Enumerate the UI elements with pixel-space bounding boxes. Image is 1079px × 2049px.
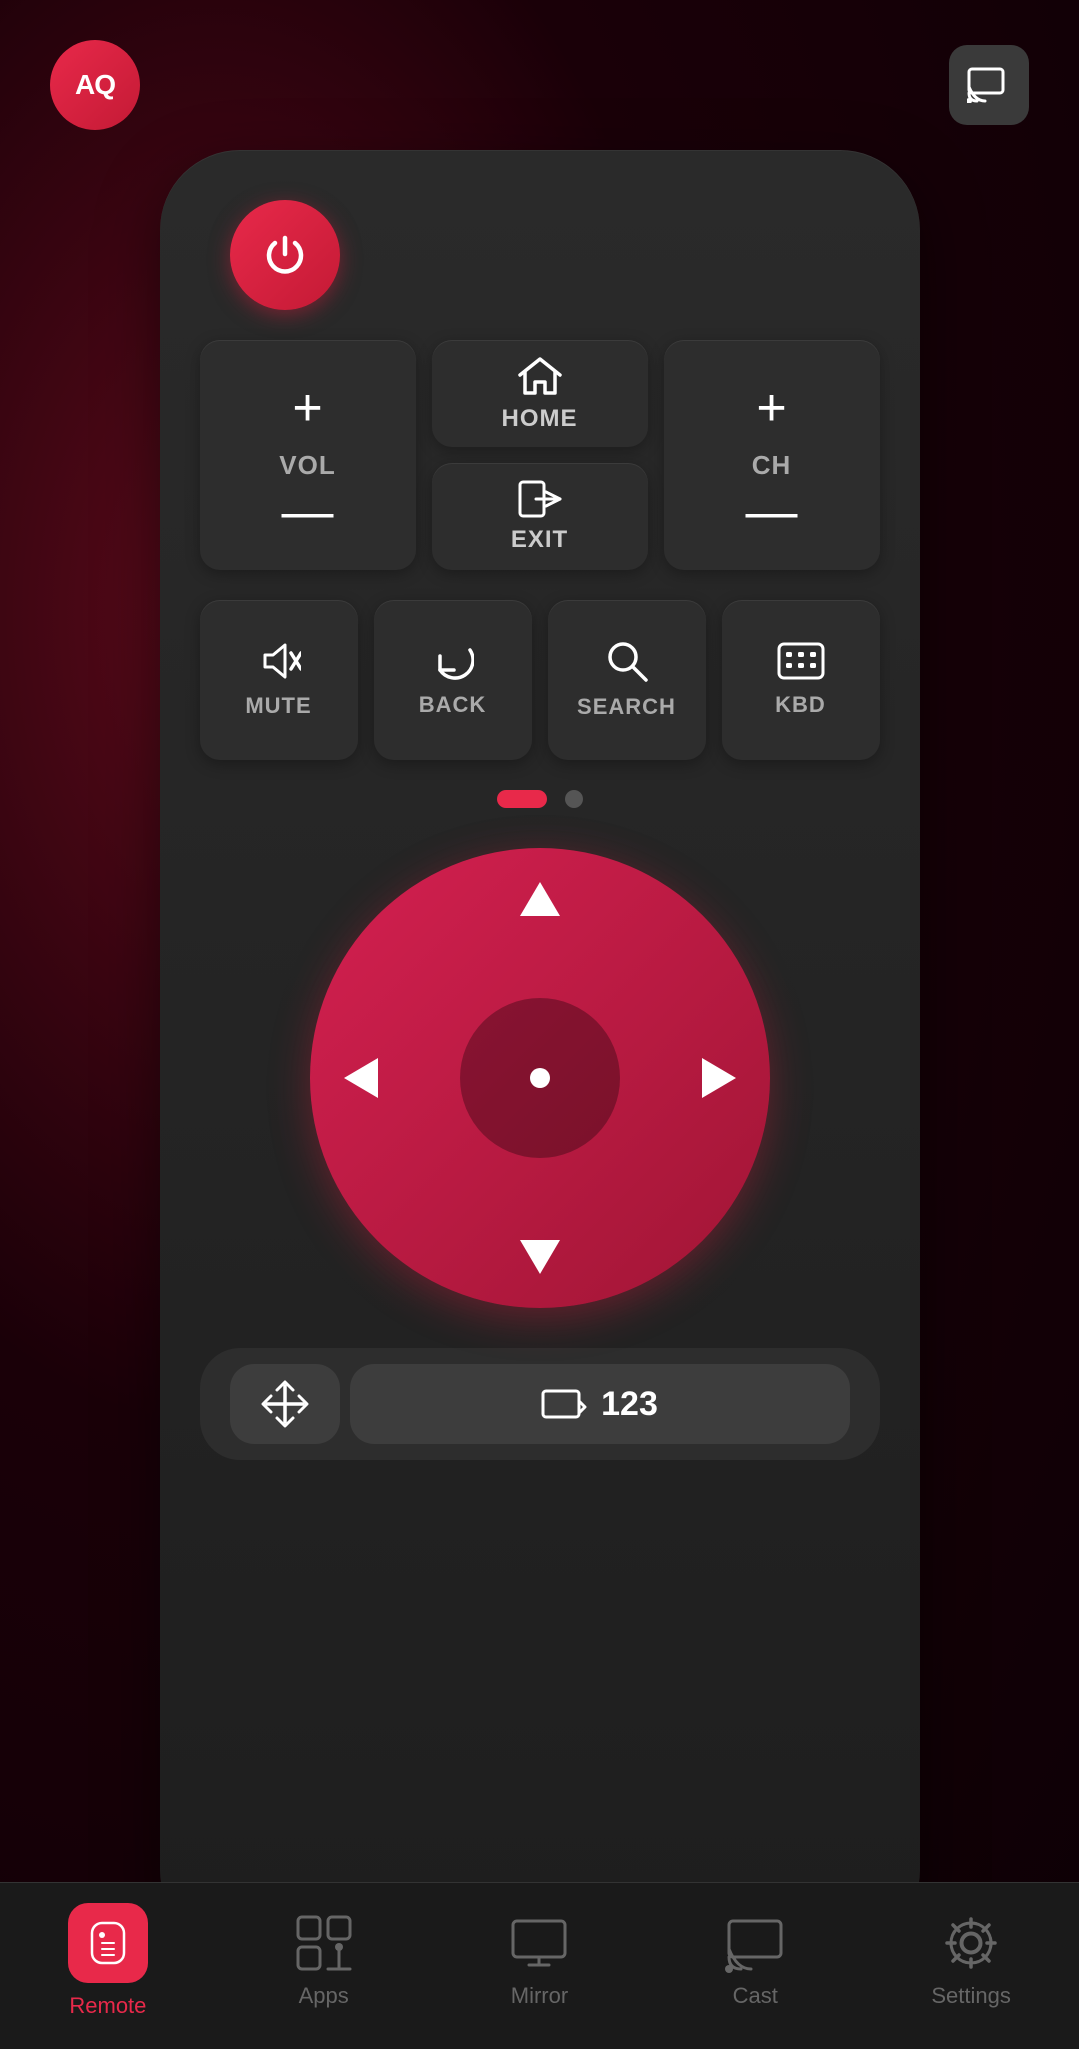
num-label: 123 — [601, 1385, 658, 1424]
app-logo: AQ — [50, 40, 140, 130]
exit-icon-label: EXIT — [511, 480, 568, 554]
cast-button[interactable] — [949, 45, 1029, 125]
power-button[interactable] — [230, 200, 340, 310]
nav-label-remote: Remote — [69, 1993, 146, 2019]
joystick-button[interactable] — [230, 1364, 340, 1444]
page-dots — [497, 790, 583, 808]
nav-label-mirror: Mirror — [511, 1983, 568, 2009]
mute-label: MUTE — [245, 693, 311, 719]
ch-minus: — — [746, 497, 798, 528]
home-exit-column: HOME EXIT — [432, 340, 648, 570]
page-dot-1 — [497, 790, 547, 808]
nav-item-mirror[interactable]: Mirror — [432, 1913, 648, 2009]
nav-item-apps[interactable]: Apps — [216, 1913, 432, 2009]
search-button[interactable]: SEARCH — [548, 600, 706, 760]
vol-button[interactable]: + VOL — — [200, 340, 416, 570]
back-button[interactable]: BACK — [374, 600, 532, 760]
nav-label-apps: Apps — [299, 1983, 349, 2009]
search-label: SEARCH — [577, 694, 676, 720]
logo-text: AQ — [75, 69, 115, 101]
top-bar: AQ — [0, 0, 1079, 150]
remote-nav-badge — [68, 1903, 148, 1983]
nav-item-cast[interactable]: Cast — [647, 1913, 863, 2009]
kbd-button[interactable]: KBD — [722, 600, 880, 760]
action-row: MUTE BACK SEARCH — [200, 600, 880, 760]
home-icon-label: HOME — [502, 355, 578, 433]
exit-label: EXIT — [511, 526, 568, 554]
controls-grid: + VOL — HOME — [200, 340, 880, 570]
ch-button[interactable]: + CH — — [664, 340, 880, 570]
kbd-label: KBD — [775, 692, 826, 718]
vol-label: VOL — [279, 450, 335, 481]
remote-body: + VOL — HOME — [160, 150, 920, 1950]
mute-button[interactable]: MUTE — [200, 600, 358, 760]
nav-label-cast: Cast — [733, 1983, 778, 2009]
remote-nav-icon — [68, 1903, 148, 1983]
nav-label-settings: Settings — [931, 1983, 1011, 2009]
apps-nav-icon — [294, 1913, 354, 1973]
cast-nav-icon — [725, 1913, 785, 1973]
bottom-nav: Remote Apps Mirror — [0, 1882, 1079, 2049]
home-button[interactable]: HOME — [432, 340, 648, 447]
settings-nav-icon — [941, 1913, 1001, 1973]
dpad-left-button[interactable] — [340, 1055, 380, 1101]
dpad-center-button[interactable] — [460, 998, 620, 1158]
ch-plus: + — [756, 382, 786, 434]
ch-label: CH — [752, 450, 792, 481]
dpad-container — [310, 848, 770, 1308]
power-row — [200, 200, 880, 310]
dpad-center-dot — [530, 1068, 550, 1088]
home-label: HOME — [502, 405, 578, 433]
mirror-nav-icon — [509, 1913, 569, 1973]
dpad-circle — [310, 848, 770, 1308]
back-label: BACK — [419, 692, 487, 718]
page-dot-2 — [565, 790, 583, 808]
exit-button[interactable]: EXIT — [432, 463, 648, 570]
bottom-toolbar: 123 — [200, 1348, 880, 1460]
nav-item-remote[interactable]: Remote — [0, 1903, 216, 2019]
dpad-right-button[interactable] — [700, 1055, 740, 1101]
dpad-down-button[interactable] — [517, 1238, 563, 1278]
nav-item-settings[interactable]: Settings — [863, 1913, 1079, 2009]
dpad-up-button[interactable] — [517, 878, 563, 918]
tv-input-button[interactable]: 123 — [350, 1364, 850, 1444]
vol-minus: — — [282, 497, 334, 528]
vol-plus: + — [292, 382, 322, 434]
